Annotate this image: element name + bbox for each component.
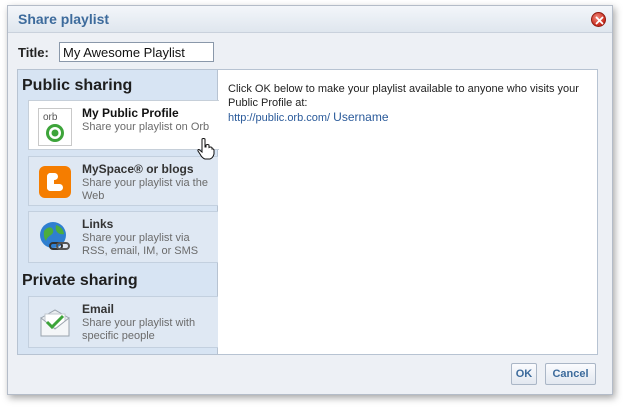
option-title: Email bbox=[82, 302, 115, 316]
option-description: Share your playlist via the Web bbox=[82, 177, 208, 202]
option-description: Share your playlist with specific people bbox=[82, 317, 196, 342]
globe-link-icon bbox=[38, 220, 72, 254]
url-username: Username bbox=[333, 110, 389, 124]
option-title: My Public Profile bbox=[82, 106, 179, 120]
share-message: Click OK below to make your playlist ava… bbox=[228, 83, 579, 109]
dialog-title: Share playlist bbox=[18, 11, 110, 27]
orb-logo-icon: orb bbox=[38, 108, 72, 146]
option-description: Share your playlist via RSS, email, IM, … bbox=[82, 232, 199, 257]
cancel-button[interactable]: Cancel bbox=[545, 363, 596, 385]
sharing-panel: Public sharing orb My Public Profile Sha… bbox=[17, 69, 598, 355]
hand-pointer-icon bbox=[197, 138, 215, 160]
share-playlist-dialog: Share playlist Title: Public sharing orb bbox=[7, 5, 613, 395]
private-sharing-heading: Private sharing bbox=[22, 272, 138, 289]
close-button[interactable] bbox=[591, 12, 606, 27]
title-label: Title: bbox=[18, 45, 49, 60]
ok-button[interactable]: OK bbox=[511, 363, 537, 385]
option-title: MySpace® or blogs bbox=[82, 162, 194, 176]
option-myspace-or-blogs[interactable]: MySpace® or blogs Share your playlist vi… bbox=[28, 156, 218, 206]
public-profile-url[interactable]: http://public.orb.com/ Username bbox=[228, 110, 588, 125]
title-input[interactable] bbox=[59, 42, 214, 62]
url-base: http://public.orb.com/ bbox=[228, 112, 331, 124]
blogger-icon bbox=[38, 165, 72, 199]
svg-text:orb: orb bbox=[43, 112, 58, 123]
sharing-sidebar: Public sharing orb My Public Profile Sha… bbox=[18, 70, 219, 354]
option-links[interactable]: Links Share your playlist via RSS, email… bbox=[28, 211, 218, 263]
close-x-icon bbox=[595, 16, 604, 25]
dialog-titlebar[interactable]: Share playlist bbox=[8, 6, 612, 33]
option-email[interactable]: Email Share your playlist with specific … bbox=[28, 296, 218, 348]
option-my-public-profile[interactable]: orb My Public Profile Share your playlis… bbox=[28, 100, 219, 150]
share-details: Click OK below to make your playlist ava… bbox=[228, 82, 588, 125]
envelope-icon bbox=[38, 306, 72, 340]
option-title: Links bbox=[82, 217, 114, 231]
option-description: Share your playlist on Orb bbox=[82, 121, 210, 133]
public-sharing-heading: Public sharing bbox=[22, 77, 133, 94]
